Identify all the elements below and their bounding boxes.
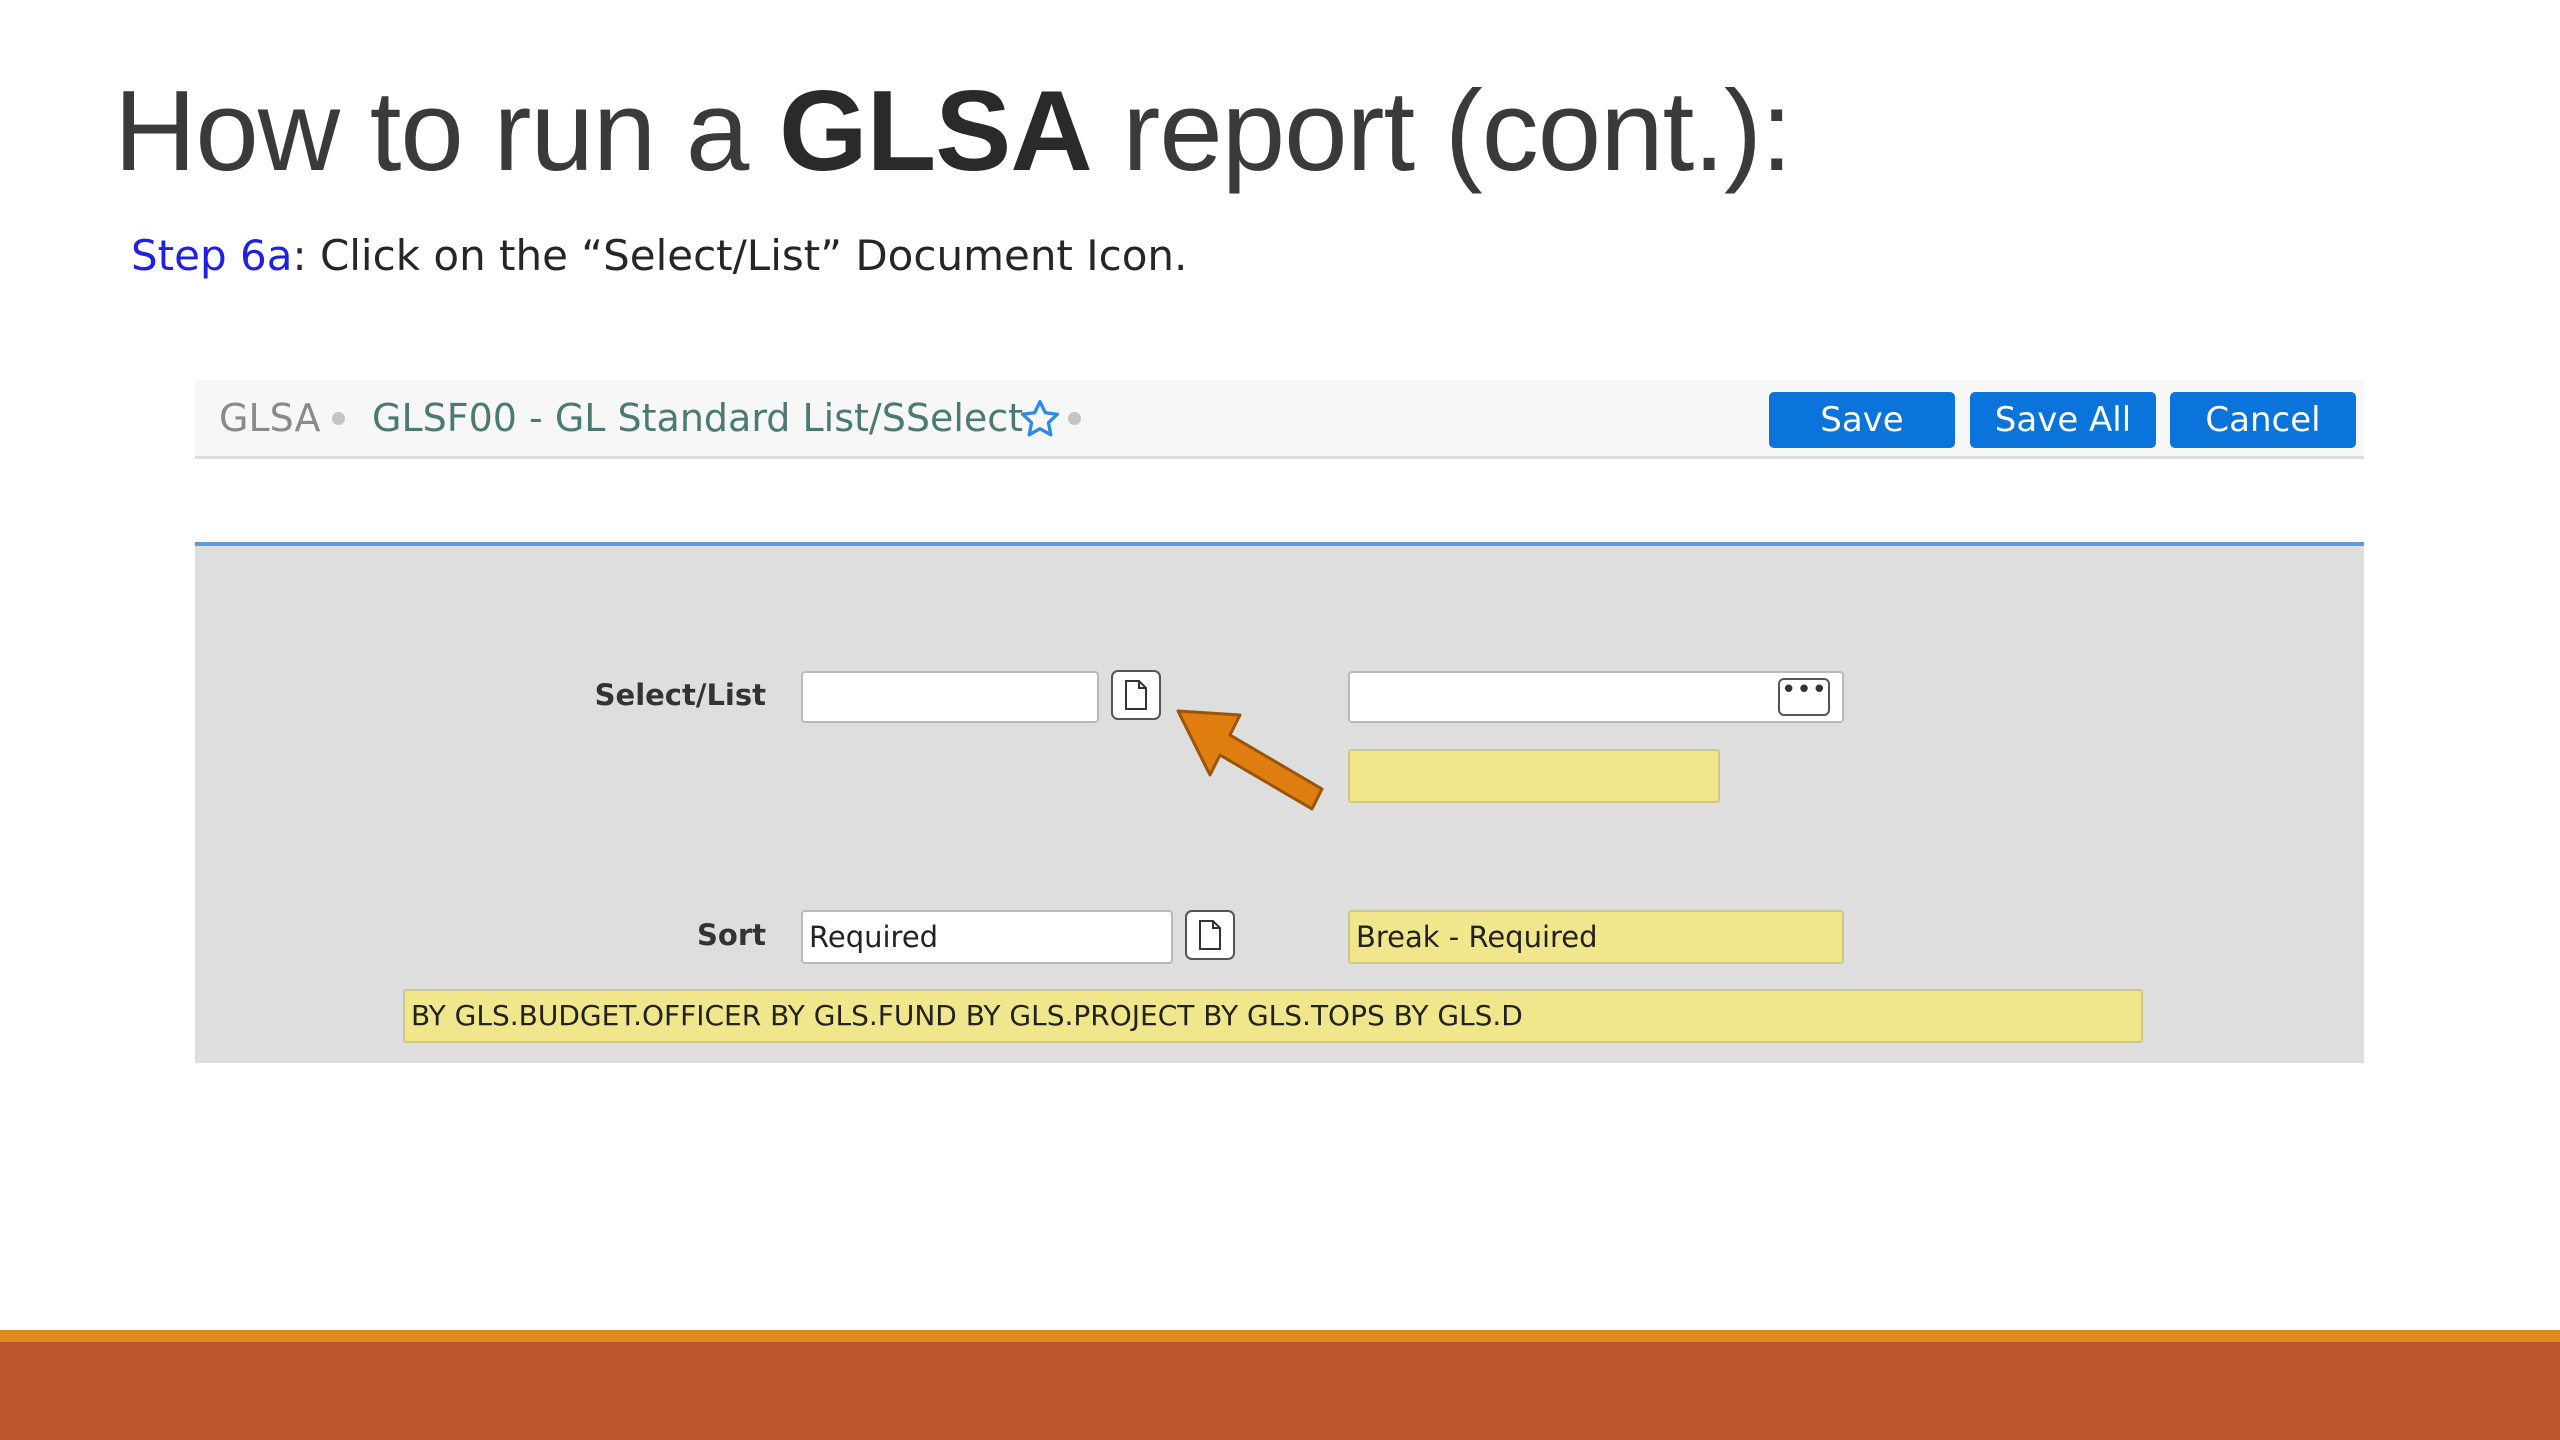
breadcrumb-module[interactable]: GLSA (219, 380, 320, 456)
select-list-input[interactable] (801, 671, 1099, 723)
save-button[interactable]: Save (1769, 392, 1955, 448)
footer-accent-line (0, 1330, 2560, 1342)
select-list-document-button[interactable] (1111, 670, 1161, 720)
form-title: GLSF00 - GL Standard List/SSelect (372, 396, 1024, 440)
breadcrumb-separator (1068, 412, 1081, 425)
breadcrumb-separator (332, 412, 345, 425)
select-list-label: Select/List (594, 678, 766, 712)
select-list-lookup-field[interactable]: ••• (1348, 671, 1844, 723)
sort-expression-field: BY GLS.BUDGET.OFFICER BY GLS.FUND BY GLS… (403, 989, 2143, 1043)
step-instruction: Step 6a: Click on the “Select/List” Docu… (131, 226, 1187, 286)
title-prefix: How to run a (114, 68, 779, 195)
sort-break-field: Break - Required (1348, 910, 1844, 964)
select-list-description (1348, 749, 1720, 803)
footer-bar (0, 1342, 2560, 1440)
title-suffix: report (cont.): (1091, 68, 1792, 195)
step-label: Step 6a (131, 231, 293, 280)
step-text: : Click on the “Select/List” Document Ic… (292, 231, 1188, 280)
pointer-arrow-icon (1176, 709, 1324, 811)
document-icon (1199, 920, 1221, 950)
title-bold: GLSA (779, 68, 1093, 195)
sort-input[interactable] (801, 910, 1173, 964)
sort-label: Sort (697, 918, 766, 952)
sort-document-button[interactable] (1185, 910, 1235, 960)
cancel-button[interactable]: Cancel (2170, 392, 2356, 448)
save-all-button[interactable]: Save All (1970, 392, 2156, 448)
app-header: GLSA GLSF00 - GL Standard List/SSelect S… (195, 380, 2364, 459)
slide-title: How to run a GLSA report (cont.): (114, 62, 1793, 202)
more-dots-icon[interactable]: ••• (1778, 677, 1830, 716)
document-icon (1125, 680, 1147, 710)
star-icon[interactable] (1018, 397, 1062, 441)
